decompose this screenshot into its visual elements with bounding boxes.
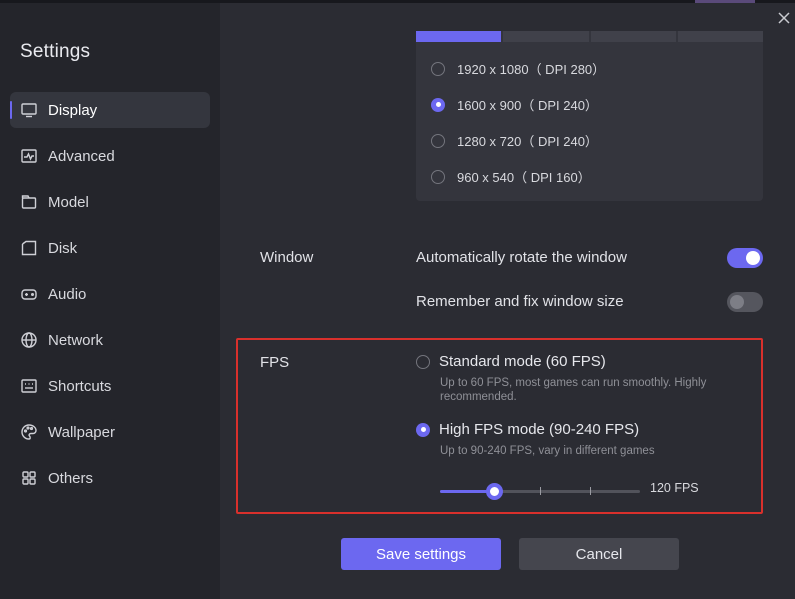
- resolution-label: 1600 x 900（ DPI 240）: [457, 98, 598, 113]
- sidebar-item-label: Disk: [48, 239, 78, 257]
- fps-standard-option[interactable]: Standard mode (60 FPS): [416, 353, 606, 370]
- fps-standard-description: Up to 60 FPS, most games can run smoothl…: [440, 377, 707, 403]
- sidebar-item-network[interactable]: Network: [10, 322, 210, 358]
- toggle-knob: [746, 251, 760, 265]
- sidebar-item-label: Shortcuts: [48, 377, 112, 395]
- sidebar: Settings Display Advanced Model Disk Aud…: [0, 3, 220, 599]
- fps-slider[interactable]: [440, 483, 640, 506]
- save-settings-button[interactable]: Save settings: [341, 538, 501, 570]
- resolution-option-1600[interactable]: 1600 x 900（ DPI 240）: [431, 95, 598, 114]
- tab-custom[interactable]: [677, 31, 763, 42]
- sidebar-item-label: Wallpaper: [48, 423, 115, 441]
- gamepad-icon: [20, 285, 38, 303]
- sidebar-item-disk[interactable]: Disk: [10, 230, 210, 266]
- fps-high-option[interactable]: High FPS mode (90-240 FPS): [416, 421, 639, 438]
- fps-high-description: Up to 90-240 FPS, vary in different game…: [440, 445, 655, 457]
- radio-button[interactable]: [431, 61, 445, 76]
- resolution-tabs: [416, 31, 763, 42]
- resolution-label: 1920 x 1080（ DPI 280）: [457, 62, 606, 77]
- sidebar-title: Settings: [20, 41, 91, 62]
- slider-thumb[interactable]: [485, 483, 503, 500]
- resolution-option-960[interactable]: 960 x 540（ DPI 160）: [431, 167, 591, 186]
- close-icon: [778, 12, 790, 24]
- tab-tablet[interactable]: [416, 31, 502, 42]
- cancel-button[interactable]: Cancel: [519, 538, 679, 570]
- sidebar-item-label: Others: [48, 469, 94, 487]
- sidebar-item-wallpaper[interactable]: Wallpaper: [10, 414, 210, 450]
- monitor-icon: [20, 101, 38, 119]
- fps-value-label: 120 FPS: [650, 481, 699, 495]
- globe-icon: [20, 331, 38, 349]
- radio-button[interactable]: [431, 169, 445, 184]
- radio-button-selected[interactable]: [431, 97, 445, 112]
- sidebar-item-shortcuts[interactable]: Shortcuts: [10, 368, 210, 404]
- resolution-label: 1280 x 720（ DPI 240）: [457, 134, 598, 149]
- slider-tick: [590, 487, 591, 495]
- model-icon: [20, 193, 38, 211]
- resolution-option-1280[interactable]: 1280 x 720（ DPI 240）: [431, 131, 598, 150]
- fps-high-title: High FPS mode (90-240 FPS): [439, 421, 640, 438]
- resolution-panel: 1920 x 1080（ DPI 280） 1600 x 900（ DPI 24…: [416, 31, 763, 201]
- resolution-option-1920[interactable]: 1920 x 1080（ DPI 280）: [431, 59, 605, 78]
- sidebar-nav: Display Advanced Model Disk Audio Networ…: [10, 92, 210, 506]
- keyboard-icon: [20, 377, 38, 395]
- radio-button[interactable]: [431, 133, 445, 148]
- window-section-label: Window: [260, 249, 314, 266]
- settings-content: 1920 x 1080（ DPI 280） 1600 x 900（ DPI 24…: [220, 3, 795, 599]
- tab-phone[interactable]: [503, 31, 589, 42]
- close-button[interactable]: [777, 11, 791, 25]
- sidebar-item-label: Advanced: [48, 147, 115, 165]
- tab-ultrawide[interactable]: [590, 31, 676, 42]
- sidebar-item-display[interactable]: Display: [10, 92, 210, 128]
- remember-size-toggle[interactable]: [727, 292, 763, 312]
- sidebar-item-label: Audio: [48, 285, 87, 303]
- resolution-label: 960 x 540（ DPI 160）: [457, 170, 591, 185]
- sidebar-item-others[interactable]: Others: [10, 460, 210, 496]
- grid-icon: [20, 469, 38, 487]
- sidebar-item-audio[interactable]: Audio: [10, 276, 210, 312]
- auto-rotate-toggle[interactable]: [727, 248, 763, 268]
- disk-icon: [20, 239, 38, 257]
- sidebar-item-advanced[interactable]: Advanced: [10, 138, 210, 174]
- toggle-knob: [730, 295, 744, 309]
- remember-size-label: Remember and fix window size: [416, 293, 624, 310]
- fps-section-label: FPS: [260, 354, 290, 371]
- palette-icon: [20, 423, 38, 441]
- slider-tick: [540, 487, 541, 495]
- sidebar-item-model[interactable]: Model: [10, 184, 210, 220]
- auto-rotate-label: Automatically rotate the window: [416, 249, 627, 266]
- sidebar-item-label: Model: [48, 193, 89, 211]
- sidebar-item-label: Display: [48, 101, 98, 119]
- radio-button[interactable]: [416, 354, 430, 369]
- sidebar-item-label: Network: [48, 331, 104, 349]
- fps-standard-title: Standard mode (60 FPS): [439, 353, 606, 370]
- pulse-icon: [20, 147, 38, 165]
- radio-button-selected[interactable]: [416, 422, 430, 437]
